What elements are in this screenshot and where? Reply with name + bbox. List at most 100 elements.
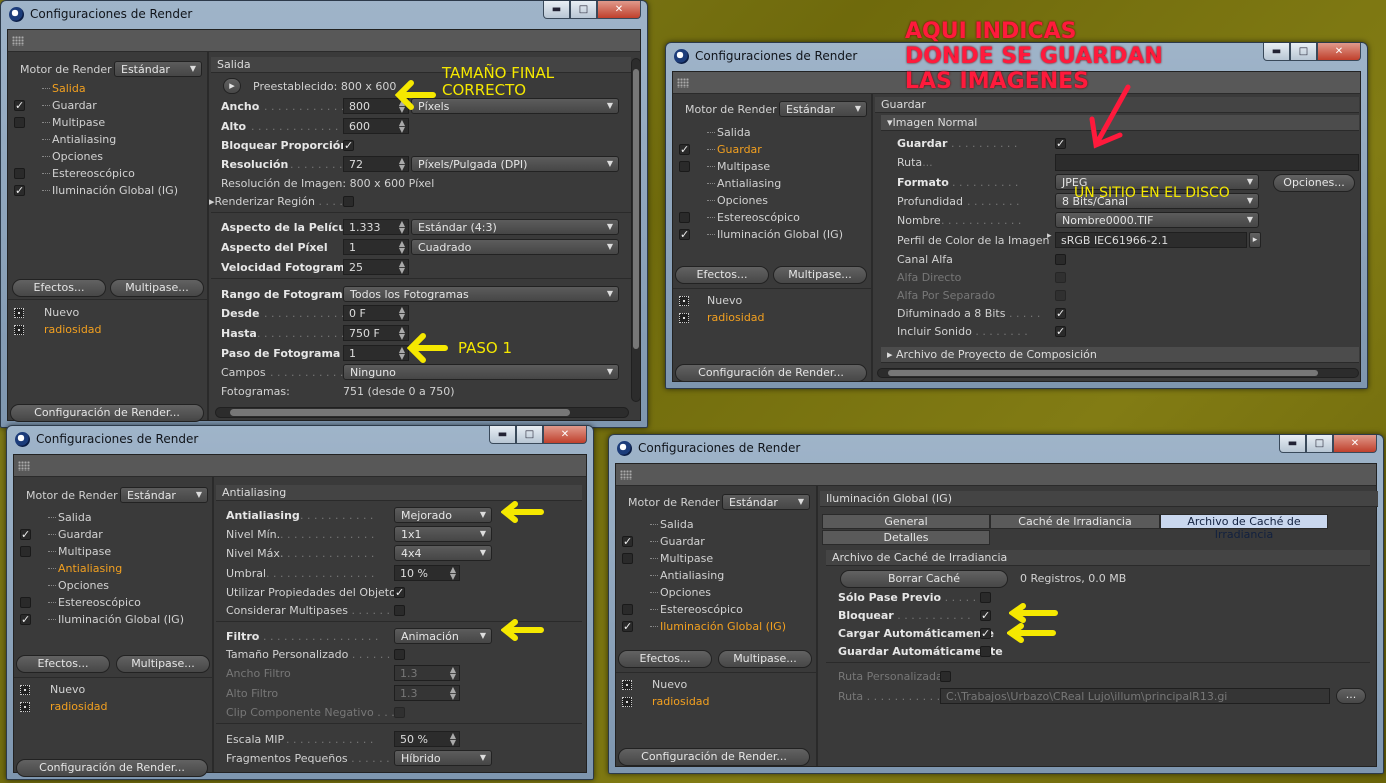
tree-item-estereoscopico[interactable]: Estereoscópico bbox=[707, 211, 800, 224]
multipass-button[interactable]: Multipase... bbox=[110, 279, 204, 297]
ig-checkbox[interactable]: ✓ bbox=[20, 614, 31, 625]
campos-dropdown[interactable]: Ninguno bbox=[343, 364, 619, 380]
grip-handle[interactable] bbox=[14, 455, 586, 477]
effects-button[interactable]: Efectos... bbox=[16, 655, 110, 673]
effects-button[interactable]: Efectos... bbox=[618, 650, 712, 668]
fragmentos-dropdown[interactable]: Híbrido bbox=[394, 750, 492, 766]
setting-radiosidad[interactable]: radiosidad bbox=[707, 311, 765, 324]
multipase-checkbox[interactable] bbox=[20, 546, 31, 557]
engine-dropdown[interactable]: Estándar bbox=[722, 494, 810, 510]
difuminado-checkbox[interactable]: ✓ bbox=[1055, 308, 1066, 319]
canal-alfa-checkbox[interactable] bbox=[1055, 254, 1066, 265]
tree-item-iluminacion-global[interactable]: Iluminación Global (IG) bbox=[650, 620, 786, 633]
nombre-dropdown[interactable]: Nombre0000.TIF bbox=[1055, 212, 1259, 228]
vertical-scrollbar[interactable] bbox=[631, 58, 641, 402]
multipase-checkbox[interactable] bbox=[14, 117, 25, 128]
ig-checkbox[interactable]: ✓ bbox=[14, 185, 25, 196]
render-region-checkbox[interactable] bbox=[343, 196, 354, 207]
estereo-checkbox[interactable] bbox=[622, 604, 633, 615]
guardar-checkbox[interactable]: ✓ bbox=[679, 144, 690, 155]
title-bar[interactable]: Configuraciones de Render ▬ □ ✕ bbox=[609, 435, 1383, 463]
ancho-unit-dropdown[interactable]: Píxels bbox=[411, 98, 619, 114]
minimize-button[interactable]: ▬ bbox=[543, 1, 570, 19]
tab-cache-irradiancia[interactable]: Caché de Irradiancia bbox=[990, 514, 1160, 529]
rango-dropdown[interactable]: Todos los Fotogramas bbox=[343, 286, 619, 302]
tree-item-guardar[interactable]: Guardar bbox=[707, 143, 762, 156]
setting-radiosidad[interactable]: radiosidad bbox=[652, 695, 710, 708]
grip-handle[interactable] bbox=[616, 464, 1376, 486]
effects-button[interactable]: Efectos... bbox=[675, 266, 769, 284]
considerar-checkbox[interactable] bbox=[394, 605, 405, 616]
tree-item-opciones[interactable]: Opciones bbox=[42, 150, 103, 163]
tree-item-estereoscopico[interactable]: Estereoscópico bbox=[650, 603, 743, 616]
tree-item-estereoscopico[interactable]: Estereoscópico bbox=[42, 167, 135, 180]
close-button[interactable]: ✕ bbox=[543, 426, 587, 444]
setting-nuevo[interactable]: Nuevo bbox=[652, 678, 687, 691]
solo-pase-checkbox[interactable] bbox=[980, 592, 991, 603]
opciones-button[interactable]: Opciones... bbox=[1273, 174, 1355, 192]
tree-item-multipase[interactable]: Multipase bbox=[650, 552, 713, 565]
resolucion-unit-dropdown[interactable]: Píxels/Pulgada (DPI) bbox=[411, 156, 619, 172]
alfa-separado-checkbox[interactable] bbox=[1055, 290, 1066, 301]
guardar-checkbox[interactable]: ✓ bbox=[14, 100, 25, 111]
multipass-button[interactable]: Multipase... bbox=[116, 655, 210, 673]
tree-item-guardar[interactable]: Guardar bbox=[650, 535, 705, 548]
close-button[interactable]: ✕ bbox=[1317, 43, 1361, 61]
resolucion-field[interactable]: 72 ▲ ▼ bbox=[343, 156, 409, 172]
estereo-checkbox[interactable] bbox=[679, 212, 690, 223]
sonido-checkbox[interactable]: ✓ bbox=[1055, 326, 1066, 337]
estereo-checkbox[interactable] bbox=[20, 597, 31, 608]
nivel-min-dropdown[interactable]: 1x1 bbox=[394, 526, 492, 542]
tree-item-opciones[interactable]: Opciones bbox=[650, 586, 711, 599]
tab-detalles[interactable]: Detalles bbox=[822, 530, 990, 545]
tree-item-salida[interactable]: Salida bbox=[48, 511, 92, 524]
multipass-button[interactable]: Multipase... bbox=[718, 650, 812, 668]
bloquear-checkbox[interactable]: ✓ bbox=[980, 610, 991, 621]
ig-checkbox[interactable]: ✓ bbox=[622, 621, 633, 632]
tree-item-salida[interactable]: Salida bbox=[650, 518, 694, 531]
ruta-field[interactable] bbox=[1055, 154, 1359, 171]
multipase-checkbox[interactable] bbox=[622, 553, 633, 564]
nivel-max-dropdown[interactable]: 4x4 bbox=[394, 545, 492, 561]
velocidad-field[interactable]: 25 ▲ ▼ bbox=[343, 259, 409, 275]
tree-item-antialiasing[interactable]: Antialiasing bbox=[42, 133, 116, 146]
ig-checkbox[interactable]: ✓ bbox=[679, 229, 690, 240]
engine-dropdown[interactable]: Estándar bbox=[779, 101, 867, 117]
aspecto-pelicula-dropdown[interactable]: Estándar (4:3) bbox=[411, 219, 619, 235]
tree-item-multipase[interactable]: Multipase bbox=[42, 116, 105, 129]
minimize-button[interactable]: ▬ bbox=[1263, 43, 1290, 61]
ruta-field[interactable]: C:\Trabajos\Urbazo\CReal Lujo\illum\prin… bbox=[940, 688, 1330, 704]
tree-item-opciones[interactable]: Opciones bbox=[707, 194, 768, 207]
bloquear-checkbox[interactable]: ✓ bbox=[343, 140, 354, 151]
maximize-button[interactable]: □ bbox=[1290, 43, 1317, 61]
ruta-pers-checkbox[interactable] bbox=[940, 671, 951, 682]
preset-play-icon[interactable]: ▸ bbox=[223, 78, 241, 94]
tree-item-iluminacion-global[interactable]: Iluminación Global (IG) bbox=[42, 184, 178, 197]
cargar-auto-checkbox[interactable]: ✓ bbox=[980, 628, 991, 639]
close-button[interactable]: ✕ bbox=[597, 1, 641, 19]
tree-item-multipase[interactable]: Multipase bbox=[48, 545, 111, 558]
render-settings-button[interactable]: Configuración de Render... bbox=[618, 748, 810, 766]
close-button[interactable]: ✕ bbox=[1333, 435, 1377, 453]
tree-item-iluminacion-global[interactable]: Iluminación Global (IG) bbox=[707, 228, 843, 241]
filtro-dropdown[interactable]: Animación bbox=[394, 628, 492, 644]
tree-item-salida[interactable]: Salida bbox=[707, 126, 751, 139]
horizontal-scrollbar[interactable] bbox=[877, 368, 1359, 378]
multipass-button[interactable]: Multipase... bbox=[773, 266, 867, 284]
paso-field[interactable]: 1 ▲ ▼ bbox=[343, 345, 409, 361]
multipase-checkbox[interactable] bbox=[679, 161, 690, 172]
tab-general[interactable]: General bbox=[822, 514, 990, 529]
browse-button[interactable]: ... bbox=[1336, 688, 1366, 704]
title-bar[interactable]: Configuraciones de Render ▬ □ ✕ bbox=[1, 1, 647, 29]
tree-item-salida[interactable]: Salida bbox=[42, 82, 86, 95]
desde-field[interactable]: 0 F ▲ ▼ bbox=[343, 305, 409, 321]
horizontal-scrollbar[interactable] bbox=[215, 407, 629, 418]
effects-button[interactable]: Efectos... bbox=[12, 279, 106, 297]
perfil-field[interactable]: sRGB IEC61966-2.1 bbox=[1055, 232, 1247, 248]
aa-dropdown[interactable]: Mejorado bbox=[394, 507, 492, 523]
maximize-button[interactable]: □ bbox=[570, 1, 597, 19]
engine-dropdown[interactable]: Estándar bbox=[114, 61, 202, 77]
tree-item-opciones[interactable]: Opciones bbox=[48, 579, 109, 592]
maximize-button[interactable]: □ bbox=[516, 426, 543, 444]
tree-item-guardar[interactable]: Guardar bbox=[48, 528, 103, 541]
